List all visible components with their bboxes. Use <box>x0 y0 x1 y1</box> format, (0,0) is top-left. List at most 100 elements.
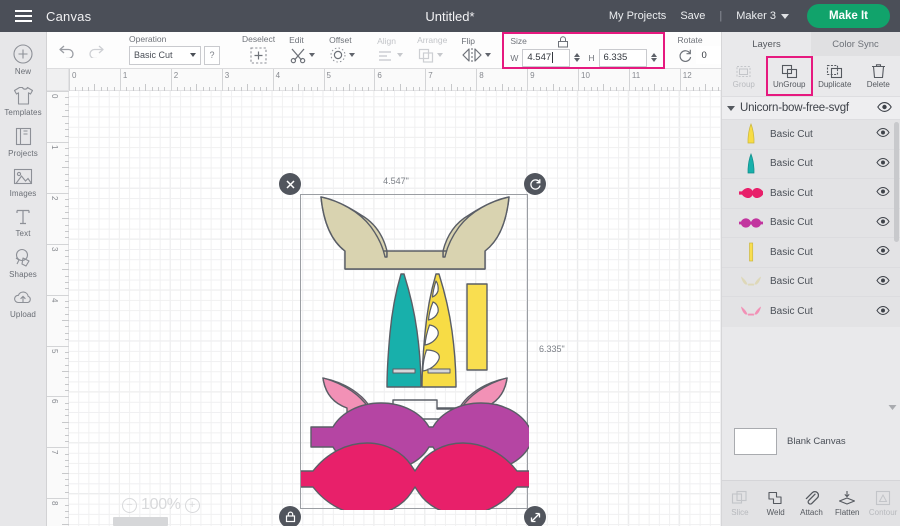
delete-handle[interactable] <box>279 173 301 195</box>
ruler-minor-tick <box>399 84 401 91</box>
ruler-number: 3 <box>50 246 59 252</box>
ruler-minor-tick <box>65 199 69 201</box>
unicorn-bow-artwork <box>292 196 552 516</box>
eye-icon[interactable] <box>876 216 890 229</box>
tab-layers[interactable]: Layers <box>722 32 811 56</box>
zoom-in-button[interactable]: + <box>184 497 200 513</box>
ruler-minor-tick <box>622 87 624 91</box>
ruler-minor-tick <box>571 87 573 91</box>
rotate-icon[interactable] <box>678 48 693 63</box>
layers-scrollbar[interactable] <box>892 120 900 327</box>
slice-button[interactable]: Slice <box>722 481 758 526</box>
group-button[interactable]: Group <box>722 56 766 96</box>
save-button[interactable]: Save <box>680 10 705 22</box>
list-item[interactable]: Basic Cut <box>722 297 900 327</box>
offset-sun-icon <box>330 47 346 63</box>
sidebar-item-projects[interactable]: Projects <box>0 121 47 162</box>
sidebar-item-new[interactable]: New <box>0 38 47 80</box>
ruler-minor-tick <box>317 87 319 91</box>
ruler-major-tick <box>47 447 69 449</box>
ruler-minor-tick <box>65 453 69 455</box>
selection-bounding-box[interactable] <box>292 194 552 516</box>
sidebar-item-upload[interactable]: Upload <box>0 283 47 323</box>
flatten-button[interactable]: Flatten <box>829 481 865 526</box>
contour-button[interactable]: Contour <box>865 481 900 526</box>
width-input[interactable]: 4.547 <box>522 48 571 67</box>
tab-color-sync[interactable]: Color Sync <box>811 32 900 56</box>
sidebar-item-images[interactable]: Images <box>0 162 47 202</box>
ruler-minor-tick <box>65 230 69 232</box>
eye-icon[interactable] <box>876 246 890 258</box>
ruler-minor-tick <box>65 415 69 417</box>
flip-button[interactable] <box>461 47 492 63</box>
layers-scrollbar-thumb[interactable] <box>894 122 899 242</box>
ruler-minor-tick <box>240 87 242 91</box>
ruler-minor-tick <box>65 154 69 156</box>
sidebar-item-text[interactable]: Text <box>0 202 47 242</box>
sidebar-item-shapes[interactable]: Shapes <box>0 242 47 283</box>
resize-handle[interactable] <box>524 506 546 526</box>
list-item[interactable]: Basic Cut <box>722 267 900 297</box>
ruler-number: 1 <box>50 144 59 150</box>
undo-arrow-icon[interactable] <box>58 43 77 58</box>
ruler-minor-tick <box>88 87 90 91</box>
canvas-color-swatch[interactable] <box>734 427 777 455</box>
offset-button[interactable] <box>329 46 356 64</box>
weld-button[interactable]: Weld <box>758 481 794 526</box>
layer-group-header[interactable]: Unicorn-bow-free-svgf <box>722 96 900 120</box>
sidebar-item-templates[interactable]: Templates <box>0 80 47 121</box>
lock-handle[interactable] <box>279 506 301 526</box>
eye-icon[interactable] <box>876 305 890 318</box>
list-item[interactable]: Basic Cut <box>722 179 900 209</box>
rotate-icon <box>529 178 541 190</box>
horizontal-scrollbar[interactable] <box>113 517 168 526</box>
eye-icon[interactable] <box>877 101 892 115</box>
ruler-minor-tick <box>450 84 452 91</box>
ruler-number: 5 <box>50 348 59 353</box>
chevron-down-icon[interactable] <box>727 105 735 111</box>
make-it-button[interactable]: Make It <box>807 4 890 28</box>
ruler-major-tick <box>628 69 630 91</box>
canvas-area[interactable]: 4.547" 6.335" 0123456 7 8 9 10 11 12 0 1… <box>47 69 721 526</box>
hamburger-menu-icon[interactable] <box>0 0 46 32</box>
machine-selector[interactable]: Maker 3 <box>736 10 789 22</box>
layers-scroll-down-arrow[interactable] <box>888 402 897 414</box>
ruler-major-tick <box>527 69 529 91</box>
eye-icon[interactable] <box>876 128 890 140</box>
ruler-minor-tick <box>132 87 134 91</box>
eye-icon[interactable] <box>876 187 890 199</box>
ungroup-button[interactable]: UnGroup <box>765 56 813 96</box>
layer-thumbnail-horn-teal <box>738 152 764 175</box>
height-input[interactable]: 6.335 <box>598 48 647 67</box>
zoom-out-button[interactable]: − <box>122 497 137 513</box>
list-item[interactable]: Basic Cut <box>722 149 900 179</box>
operation-help-button[interactable]: ? <box>204 45 220 65</box>
sidebar-label-text: Text <box>15 229 31 238</box>
eye-icon[interactable] <box>876 275 890 288</box>
list-item[interactable]: Basic Cut <box>722 208 900 238</box>
sidebar-label-templates: Templates <box>4 108 42 117</box>
lock-closed-icon[interactable] <box>557 35 569 48</box>
height-stepper[interactable] <box>650 53 657 62</box>
ruler-minor-tick <box>412 87 414 91</box>
duplicate-button[interactable]: Duplicate <box>813 56 857 96</box>
delete-button[interactable]: Delete <box>857 56 900 96</box>
align-button[interactable] <box>377 47 404 63</box>
attach-button[interactable]: Attach <box>794 481 830 526</box>
list-item[interactable]: Basic Cut <box>722 238 900 268</box>
align-label: Align <box>377 35 396 46</box>
operation-select[interactable]: Basic Cut <box>129 45 201 65</box>
list-item[interactable]: Basic Cut <box>722 120 900 150</box>
rotate-handle[interactable] <box>524 173 546 195</box>
arrange-button[interactable] <box>417 47 444 64</box>
eye-icon[interactable] <box>876 157 890 170</box>
zoom-level-label: 100% <box>141 496 181 513</box>
deselect-icon[interactable] <box>249 46 268 65</box>
redo-arrow-icon[interactable] <box>86 43 105 58</box>
duplicate-icon <box>827 64 843 78</box>
my-projects-link[interactable]: My Projects <box>609 10 666 22</box>
width-stepper[interactable] <box>574 53 581 62</box>
layer-name: Basic Cut <box>770 306 813 318</box>
layer-thumbnail-bow-purple <box>738 212 764 234</box>
edit-button[interactable] <box>289 46 316 64</box>
